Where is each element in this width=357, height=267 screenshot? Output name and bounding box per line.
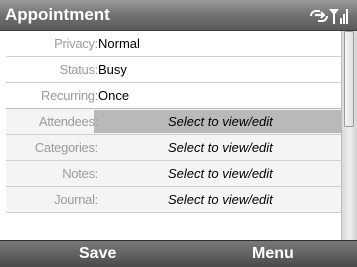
title-bar: Appointment — [0, 0, 357, 31]
journal-value[interactable]: Select to view/edit — [168, 192, 273, 207]
status-value[interactable]: Busy — [98, 62, 127, 77]
attendees-label: Attendees: — [38, 114, 98, 129]
vertical-scrollbar[interactable] — [341, 31, 357, 240]
app-title: Appointment — [5, 5, 110, 24]
signal-strength-icon — [329, 9, 348, 24]
privacy-label: Privacy: — [54, 36, 98, 51]
save-softkey[interactable]: Save — [79, 245, 116, 263]
scrollbar-thumb[interactable] — [344, 31, 354, 127]
recurring-label: Recurring: — [41, 88, 98, 103]
menu-softkey[interactable]: Menu — [252, 245, 294, 263]
privacy-value[interactable]: Normal — [98, 36, 140, 51]
notes-row[interactable]: Notes: Select to view/edit — [6, 161, 341, 187]
recurring-value[interactable]: Once — [98, 88, 129, 103]
attendees-row[interactable]: Attendees: Select to view/edit — [6, 109, 341, 135]
notes-value[interactable]: Select to view/edit — [168, 166, 273, 181]
categories-label: Categories: — [34, 140, 98, 155]
journal-row[interactable]: Journal: Select to view/edit — [6, 187, 341, 213]
status-row[interactable]: Status: Busy — [6, 57, 341, 83]
status-label: Status: — [59, 62, 99, 77]
journal-label: Journal: — [54, 192, 98, 207]
softkey-bar: Save Menu — [0, 240, 357, 267]
data-connection-icon — [310, 10, 328, 22]
notes-label: Notes: — [62, 166, 98, 181]
categories-row[interactable]: Categories: Select to view/edit — [6, 135, 341, 161]
appointment-fields-list: Privacy: Normal Status: Busy Recurring: … — [6, 31, 341, 240]
attendees-value[interactable]: Select to view/edit — [168, 114, 273, 129]
recurring-row[interactable]: Recurring: Once — [6, 83, 341, 109]
status-icons — [309, 6, 349, 26]
categories-value[interactable]: Select to view/edit — [168, 140, 273, 155]
privacy-row[interactable]: Privacy: Normal — [6, 31, 341, 57]
